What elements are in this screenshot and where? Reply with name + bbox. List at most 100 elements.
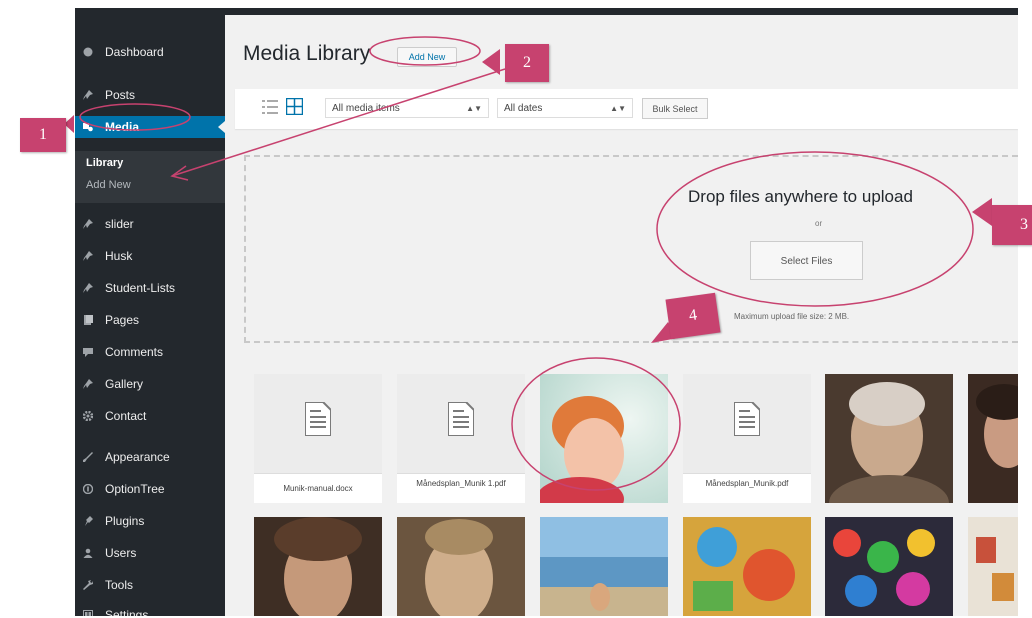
portrait-photo <box>968 374 1018 503</box>
media-item-document[interactable]: Månedsplan_Munik 1.pdf <box>397 374 525 503</box>
menu-label: Student-Lists <box>105 281 176 295</box>
select-files-button[interactable]: Select Files <box>750 241 863 280</box>
child-photo <box>540 374 668 503</box>
brush-icon <box>83 452 93 462</box>
max-upload-size: Maximum upload file size: 2 MB. <box>734 312 850 321</box>
menu-label: Pages <box>105 313 140 327</box>
media-item-filename: Munik-manual.docx <box>254 473 382 503</box>
gear-icon <box>83 411 93 421</box>
document-icon <box>734 402 760 436</box>
pin-icon <box>83 251 93 261</box>
menu-plugins[interactable]: Plugins <box>75 510 225 532</box>
annotation-badge-1: 1 <box>20 118 66 152</box>
comments-icon <box>83 348 93 357</box>
media-item-filename: Månedsplan_Munik 1.pdf <box>397 473 525 503</box>
media-item-image[interactable] <box>683 517 811 616</box>
media-item-image[interactable] <box>540 517 668 616</box>
menu-label: Dashboard <box>105 45 164 59</box>
upload-dropzone[interactable] <box>244 155 1018 343</box>
media-item-image[interactable] <box>968 517 1018 616</box>
beach-photo <box>540 517 668 616</box>
media-item-image[interactable] <box>540 374 668 503</box>
media-item-image[interactable] <box>825 517 953 616</box>
menu-label: Contact <box>105 409 147 423</box>
menu-settings[interactable]: Settings <box>75 604 225 616</box>
menu-label: Husk <box>105 249 133 263</box>
pin-icon <box>83 219 93 229</box>
menu-label: Comments <box>105 345 164 359</box>
screenshot: Dashboard Posts Media Library Add New sl… <box>0 0 1032 618</box>
document-icon <box>305 402 331 436</box>
toys-photo <box>683 517 811 616</box>
wrench-icon <box>83 580 93 590</box>
media-item-image[interactable] <box>254 517 382 616</box>
media-item-document[interactable]: Munik-manual.docx <box>254 374 382 503</box>
menu-pages[interactable]: Pages <box>75 309 225 331</box>
menu-posts[interactable]: Posts <box>75 84 225 106</box>
page-title: Media Library <box>243 42 371 65</box>
submenu-library[interactable]: Library <box>86 157 123 169</box>
menu-optiontree[interactable]: OptionTree <box>75 478 225 500</box>
lanterns-photo <box>825 517 953 616</box>
menu-label: Settings <box>105 608 149 616</box>
annotation-badge-3: 3 <box>992 205 1032 245</box>
menu-label: Appearance <box>105 450 170 464</box>
plugins-icon <box>85 516 93 526</box>
portrait-photo <box>254 517 382 616</box>
media-item-image[interactable] <box>968 374 1018 503</box>
bulk-select-button[interactable]: Bulk Select <box>642 98 708 119</box>
menu-label: Users <box>105 546 137 560</box>
menu-husk[interactable]: Husk <box>75 245 225 267</box>
menu-slider[interactable]: slider <box>75 213 225 235</box>
pin-icon <box>83 283 93 293</box>
wp-admin-window: Dashboard Posts Media Library Add New sl… <box>75 8 1018 616</box>
media-icon <box>83 123 93 132</box>
menu-label: slider <box>105 217 134 231</box>
menu-student-lists[interactable]: Student-Lists <box>75 277 225 299</box>
menu-media[interactable]: Media <box>75 116 225 138</box>
media-item-image[interactable] <box>825 374 953 503</box>
menu-gallery[interactable]: Gallery <box>75 373 225 395</box>
media-type-filter-value: All media items <box>332 103 400 114</box>
drop-files-heading: Drop files anywhere to upload <box>688 187 913 206</box>
select-arrow-icon: ▲▼ <box>466 104 482 113</box>
add-new-button[interactable]: Add New <box>397 47 457 67</box>
date-filter[interactable]: All dates ▲▼ <box>497 98 633 118</box>
menu-label: Media <box>105 120 140 134</box>
pages-icon <box>84 315 93 325</box>
menu-label: Tools <box>105 578 134 592</box>
media-type-filter[interactable]: All media items ▲▼ <box>325 98 489 118</box>
menu-dashboard[interactable]: Dashboard <box>75 41 225 63</box>
media-item-document[interactable]: Månedsplan_Munik.pdf <box>683 374 811 503</box>
menu-comments[interactable]: Comments <box>75 341 225 363</box>
media-submenu: Library Add New <box>75 151 225 203</box>
portrait-photo <box>825 374 953 503</box>
media-item-image[interactable] <box>397 517 525 616</box>
media-toolbar: All media items ▲▼ All dates ▲▼ Bulk Sel… <box>235 89 1018 129</box>
menu-label: Posts <box>105 88 136 102</box>
menu-label: Gallery <box>105 377 144 391</box>
optiontree-icon <box>83 484 93 494</box>
portrait-photo <box>397 517 525 616</box>
pin-icon <box>83 379 93 389</box>
menu-appearance[interactable]: Appearance <box>75 446 225 468</box>
date-filter-value: All dates <box>504 103 543 114</box>
list-view-icon[interactable] <box>262 99 278 115</box>
grid-view-icon[interactable] <box>286 98 303 115</box>
admin-bar <box>75 8 1018 15</box>
submenu-add-new[interactable]: Add New <box>86 179 131 191</box>
menu-contact[interactable]: Contact <box>75 405 225 427</box>
document-icon <box>448 402 474 436</box>
pin-icon <box>83 90 93 100</box>
dashboard-icon <box>83 47 93 57</box>
select-arrow-icon: ▲▼ <box>610 104 626 113</box>
admin-sidebar: Dashboard Posts Media Library Add New sl… <box>75 15 225 616</box>
menu-users[interactable]: Users <box>75 542 225 564</box>
crafts-photo <box>968 517 1018 616</box>
settings-icon <box>83 610 93 616</box>
annotation-badge-4: 4 <box>665 292 721 340</box>
users-icon <box>83 548 93 558</box>
menu-tools[interactable]: Tools <box>75 574 225 596</box>
main-content: Media Library Add New All media items ▲▼… <box>225 15 1018 616</box>
annotation-badge-2: 2 <box>505 44 549 82</box>
